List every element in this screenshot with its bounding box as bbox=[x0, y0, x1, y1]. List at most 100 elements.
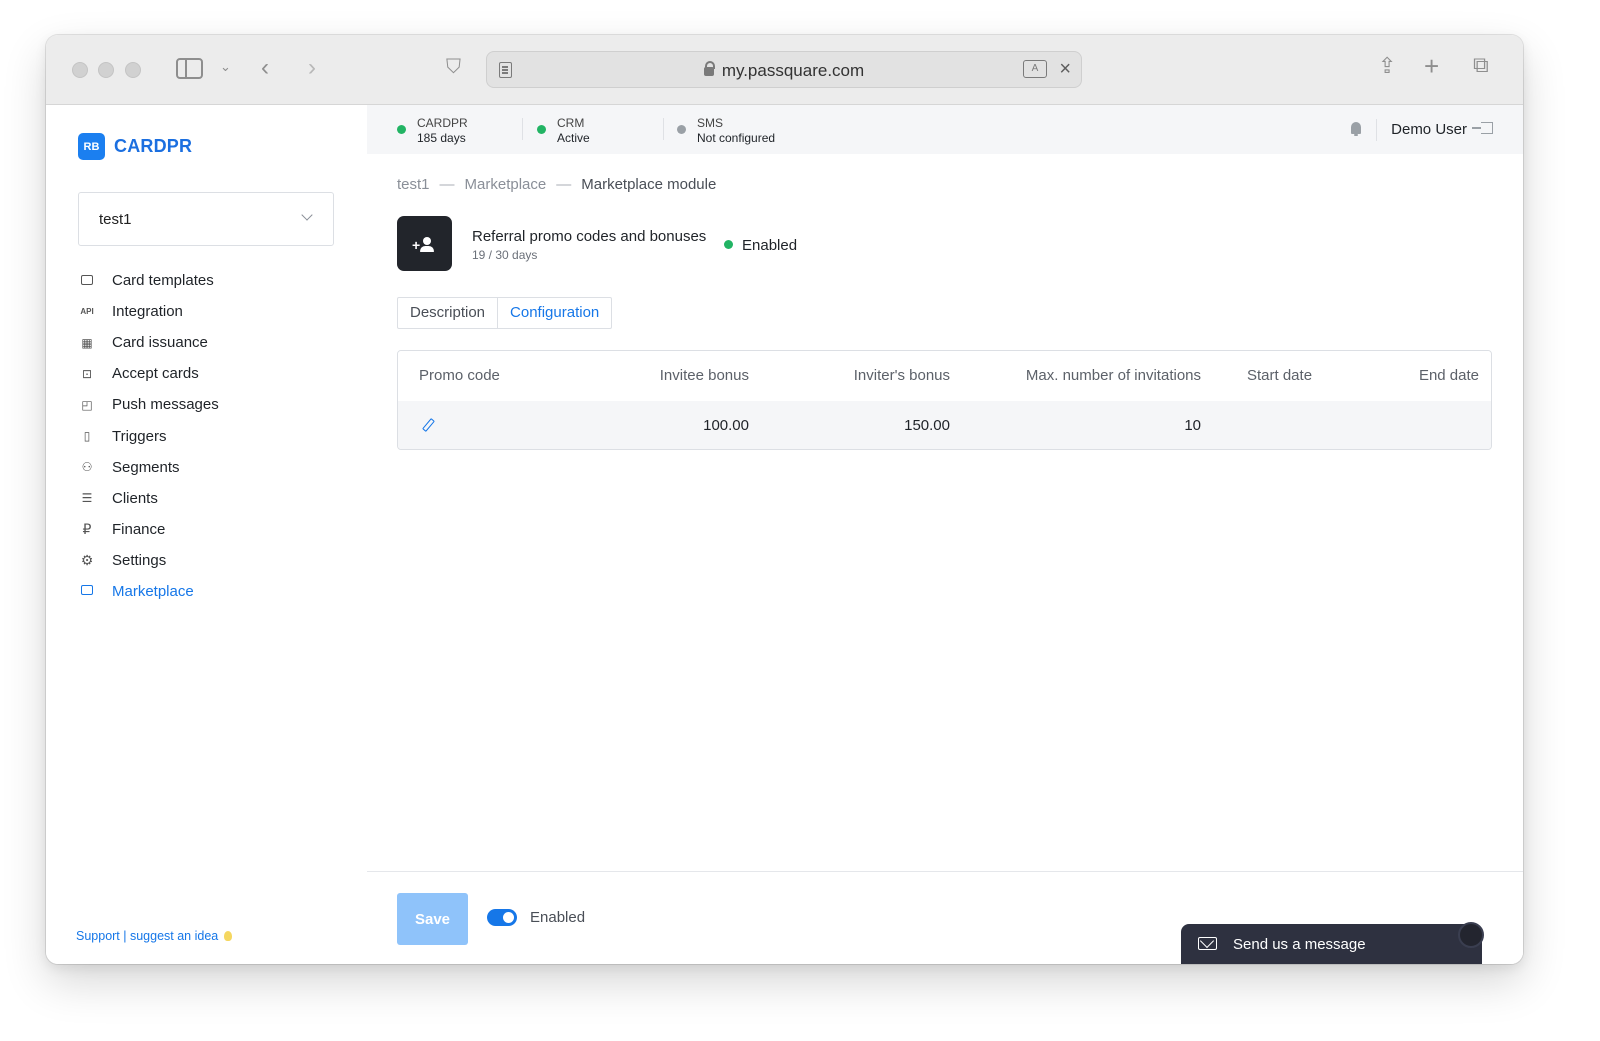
breadcrumb-current: Marketplace module bbox=[581, 176, 717, 193]
address-bar[interactable]: my.passquare.com A × bbox=[486, 51, 1082, 88]
support-link[interactable]: Support | suggest an idea bbox=[76, 929, 233, 943]
status-name: SMS bbox=[697, 116, 724, 130]
sidebar-item-label: Push messages bbox=[112, 396, 219, 414]
chat-widget[interactable]: Send us a message bbox=[1181, 922, 1484, 964]
forward-icon[interactable]: › bbox=[308, 56, 316, 80]
column-header-inviter-bonus: Inviter's bonus bbox=[853, 367, 950, 384]
url-text: my.passquare.com bbox=[487, 61, 1081, 81]
sidebar-item-label: Integration bbox=[112, 303, 183, 321]
app: RB CARDPR test1 Card templates API Integr… bbox=[46, 105, 1523, 964]
module-status-label: Enabled bbox=[742, 237, 798, 254]
sidebar-item-label: Marketplace bbox=[112, 582, 194, 600]
status-name: CARDPR bbox=[417, 116, 468, 130]
cell-max-invitations: 10 bbox=[1184, 417, 1201, 434]
sidebar-item-segments[interactable]: ⚇ Segments bbox=[78, 452, 338, 483]
table-row[interactable]: 100.00 150.00 10 bbox=[398, 401, 1491, 449]
chat-avatar bbox=[1458, 922, 1484, 948]
tabs: Description Configuration bbox=[397, 297, 613, 329]
table-header-row: Promo code Invitee bonus Inviter's bonus… bbox=[398, 351, 1491, 401]
main-content: CARDPR 185 days CRM Active SMS Not confi… bbox=[367, 105, 1523, 964]
segments-icon: ⚇ bbox=[81, 460, 93, 475]
module-status: Enabled bbox=[724, 237, 797, 254]
plus-icon: + bbox=[412, 237, 421, 253]
status-value: 185 days bbox=[417, 131, 466, 145]
sidebar-item-accept-cards[interactable]: ⊡ Accept cards bbox=[78, 358, 338, 389]
qr-code-icon: ▦ bbox=[81, 335, 93, 350]
breadcrumb-item[interactable]: Marketplace bbox=[465, 176, 547, 193]
trigger-icon: ▯ bbox=[83, 429, 91, 444]
clients-list-icon: ☰ bbox=[81, 491, 93, 506]
window-minimize-dot[interactable] bbox=[98, 62, 114, 78]
chevron-down-icon bbox=[301, 209, 313, 221]
breadcrumb-item[interactable]: test1 bbox=[397, 176, 430, 193]
status-name: CRM bbox=[557, 116, 585, 130]
column-header-promo-code: Promo code bbox=[419, 367, 500, 384]
sidebar-item-label: Clients bbox=[112, 489, 158, 507]
window-zoom-dot[interactable] bbox=[125, 62, 141, 78]
sidebar-item-finance[interactable]: ₽ Finance bbox=[78, 514, 338, 545]
sidebar-item-triggers[interactable]: ▯ Triggers bbox=[78, 420, 338, 451]
status-dot bbox=[537, 125, 546, 134]
logo-icon: RB bbox=[78, 133, 105, 160]
user-divider bbox=[1376, 119, 1377, 141]
enabled-toggle[interactable] bbox=[487, 909, 517, 926]
status-value: Not configured bbox=[697, 131, 776, 145]
module-subtitle: 19 / 30 days bbox=[472, 248, 538, 262]
user-name[interactable]: Demo User bbox=[1391, 121, 1467, 138]
browser-toolbar: ⌄ ‹ › ⛉ my.passquare.com A × ⇪ + ⧉ bbox=[46, 35, 1523, 105]
breadcrumb-separator: — bbox=[439, 176, 455, 193]
sidebar-item-integration[interactable]: API Integration bbox=[78, 296, 338, 327]
shield-icon[interactable]: ⛉ bbox=[446, 57, 461, 77]
organization-select[interactable]: test1 bbox=[78, 192, 334, 246]
sidebar-item-label: Accept cards bbox=[112, 365, 199, 383]
sidebar-item-settings[interactable]: ⚙ Settings bbox=[78, 545, 338, 576]
share-icon[interactable]: ⇪ bbox=[1378, 55, 1396, 77]
sidebar-nav: Card templates API Integration ▦ Card issu… bbox=[78, 265, 338, 607]
tab-configuration[interactable]: Configuration bbox=[497, 298, 611, 328]
status-dot bbox=[677, 125, 686, 134]
status-dot bbox=[397, 125, 406, 134]
browser-window: ⌄ ‹ › ⛉ my.passquare.com A × ⇪ + ⧉ RB CA… bbox=[46, 35, 1523, 964]
push-message-icon: ◰ bbox=[81, 397, 93, 412]
card-template-icon bbox=[78, 274, 96, 288]
scan-icon: ⊡ bbox=[81, 366, 93, 381]
sidebar-item-label: Segments bbox=[112, 458, 180, 476]
bell-icon[interactable] bbox=[1351, 122, 1361, 136]
column-header-max-invitations: Max. number of invitations bbox=[1025, 367, 1201, 384]
sidebar-item-label: Card issuance bbox=[112, 334, 208, 352]
save-button[interactable]: Save bbox=[397, 893, 468, 945]
status-divider bbox=[522, 118, 523, 140]
envelope-icon bbox=[1198, 937, 1217, 950]
sidebar-item-card-issuance[interactable]: ▦ Card issuance bbox=[78, 327, 338, 358]
logout-icon[interactable] bbox=[1472, 122, 1493, 134]
organization-select-value: test1 bbox=[99, 211, 132, 228]
window-close-dot[interactable] bbox=[72, 62, 88, 78]
tab-description[interactable]: Description bbox=[398, 298, 497, 328]
back-icon[interactable]: ‹ bbox=[261, 56, 269, 80]
logo-text: CARDPR bbox=[114, 136, 193, 156]
chevron-down-icon[interactable]: ⌄ bbox=[220, 60, 231, 73]
sidebar-item-push-messages[interactable]: ◰ Push messages bbox=[78, 389, 338, 420]
sidebar-item-marketplace[interactable]: Marketplace bbox=[78, 576, 338, 607]
breadcrumb-separator: — bbox=[556, 176, 572, 193]
tabs-overview-icon[interactable]: ⧉ bbox=[1473, 54, 1489, 76]
logo[interactable]: RB CARDPR bbox=[78, 133, 192, 160]
edit-pencil-icon[interactable] bbox=[422, 418, 432, 433]
module-title: Referral promo codes and bonuses bbox=[472, 228, 707, 245]
sidebar-item-label: Triggers bbox=[112, 427, 167, 445]
chat-label: Send us a message bbox=[1233, 936, 1366, 953]
url-value: my.passquare.com bbox=[721, 61, 865, 80]
promo-table: Promo code Invitee bonus Inviter's bonus… bbox=[397, 350, 1492, 450]
toggle-label: Enabled bbox=[530, 909, 586, 926]
translate-icon[interactable]: A bbox=[1023, 60, 1047, 78]
status-value: Active bbox=[557, 131, 590, 145]
close-icon[interactable]: × bbox=[1059, 58, 1071, 81]
cell-inviter-bonus: 150.00 bbox=[904, 417, 950, 434]
sidebar-item-clients[interactable]: ☰ Clients bbox=[78, 483, 338, 514]
gear-icon: ⚙ bbox=[80, 551, 94, 568]
breadcrumb: test1 — Marketplace — Marketplace module bbox=[397, 176, 716, 193]
sidebar-toggle-icon[interactable] bbox=[176, 58, 203, 79]
ruble-icon: ₽ bbox=[82, 520, 92, 537]
new-tab-icon[interactable]: + bbox=[1424, 53, 1439, 79]
sidebar-item-card-templates[interactable]: Card templates bbox=[78, 265, 338, 296]
